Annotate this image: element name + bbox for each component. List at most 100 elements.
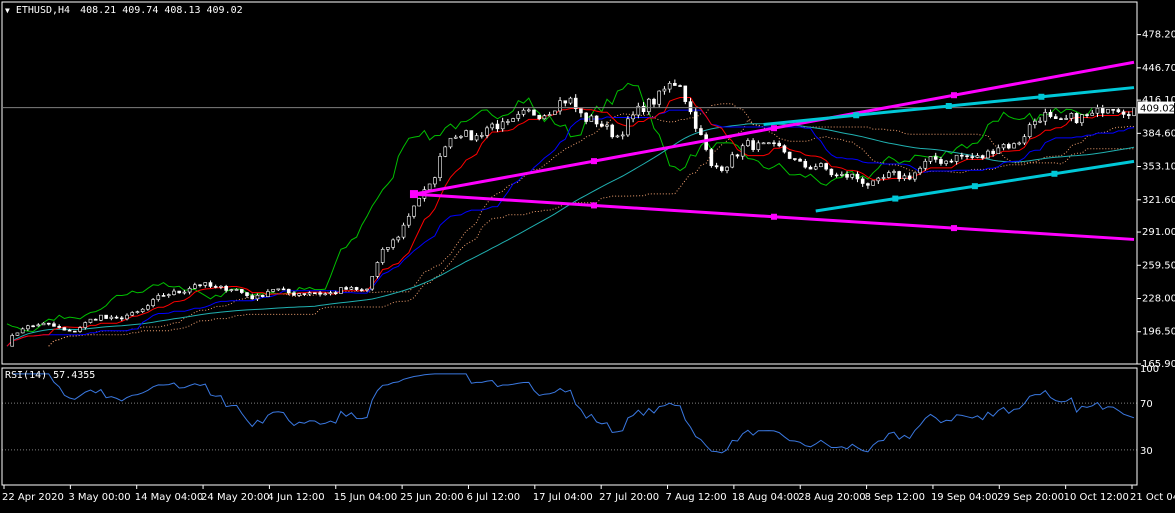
candle-body bbox=[135, 311, 140, 313]
candle-body bbox=[1121, 111, 1126, 115]
candle-body bbox=[714, 165, 719, 168]
candle-body bbox=[1059, 118, 1063, 120]
candle-body bbox=[78, 327, 82, 332]
candle-body bbox=[88, 318, 93, 323]
trendline-anchor bbox=[971, 183, 978, 190]
y-tick-label: 259.50 bbox=[1142, 260, 1175, 271]
moving-average-line bbox=[6, 123, 1135, 347]
candle-body bbox=[1095, 107, 1100, 114]
rsi-header: RSI(14) 57.4355 bbox=[5, 370, 96, 381]
x-tick-label: 10 Oct 12:00 bbox=[1064, 492, 1129, 503]
candle-body bbox=[161, 295, 166, 297]
candle-body bbox=[532, 109, 536, 116]
candle-body bbox=[673, 82, 677, 86]
candle-body bbox=[104, 314, 108, 319]
candle-body bbox=[307, 292, 312, 295]
candle-body bbox=[589, 115, 594, 122]
candle-body bbox=[1080, 114, 1084, 124]
candle-body bbox=[469, 130, 474, 141]
candle-body bbox=[986, 150, 990, 159]
x-tick-label: 4 Jun 12:00 bbox=[267, 492, 324, 503]
candle-body bbox=[1069, 113, 1074, 119]
candle-body bbox=[547, 114, 552, 117]
x-tick-label: 27 Jul 20:00 bbox=[599, 492, 659, 503]
candle-body bbox=[1090, 112, 1095, 116]
trendline-anchor bbox=[409, 190, 418, 199]
ichimoku-span-a bbox=[48, 103, 1135, 347]
y-tick-label: 228.00 bbox=[1142, 294, 1175, 305]
candle-body bbox=[1053, 116, 1058, 119]
candle-body bbox=[370, 276, 375, 290]
x-tick-label: 24 May 20:00 bbox=[201, 492, 270, 503]
candle-body bbox=[798, 158, 802, 162]
candle-body bbox=[344, 287, 348, 290]
candle-body bbox=[631, 114, 635, 120]
candle-body bbox=[266, 291, 270, 297]
candle-body bbox=[944, 160, 948, 164]
candle-body bbox=[453, 136, 458, 139]
candle-body bbox=[641, 105, 646, 113]
trendline-anchor bbox=[892, 195, 899, 202]
candle-body bbox=[840, 174, 844, 176]
trendline-anchor bbox=[950, 225, 957, 232]
candle-body bbox=[970, 156, 975, 158]
candle-body bbox=[975, 155, 980, 158]
candle-body bbox=[516, 113, 521, 119]
candle-body bbox=[646, 98, 651, 113]
trendline-anchor bbox=[770, 213, 777, 220]
candle-body bbox=[1033, 120, 1037, 126]
x-tick-label: 21 Oct 04:00 bbox=[1130, 492, 1175, 503]
candle-body bbox=[203, 282, 208, 286]
candle-body bbox=[114, 316, 119, 319]
candle-body bbox=[610, 124, 615, 138]
main-chart-svg[interactable]: 478.20446.70416.10384.60353.10321.60291.… bbox=[0, 0, 1175, 509]
candle-body bbox=[386, 247, 390, 250]
candle-body bbox=[746, 140, 750, 147]
candle-body bbox=[406, 215, 411, 226]
candle-body bbox=[652, 98, 656, 105]
x-tick-label: 29 Sep 20:00 bbox=[997, 492, 1064, 503]
rsi-tick-label: 30 bbox=[1140, 446, 1153, 457]
candle-body bbox=[208, 282, 213, 287]
candle-body bbox=[1038, 120, 1042, 123]
candle-body bbox=[198, 284, 202, 287]
candle-body bbox=[380, 249, 385, 263]
candle-body bbox=[359, 289, 364, 291]
candle-body bbox=[709, 149, 714, 166]
x-tick-label: 15 Jun 04:00 bbox=[334, 492, 398, 503]
current-price-label: 409.02 bbox=[1140, 104, 1175, 115]
candle-body bbox=[720, 166, 724, 171]
candle-body bbox=[855, 173, 860, 180]
candle-body bbox=[339, 287, 343, 294]
candle-body bbox=[177, 290, 181, 294]
candle-body bbox=[1132, 107, 1136, 116]
rsi-tick-label: 100 bbox=[1140, 364, 1159, 375]
collapse-triangle-icon[interactable]: ▼ bbox=[5, 6, 10, 15]
candle-body bbox=[772, 142, 776, 145]
trading-chart[interactable]: 478.20 446.70 416.10 384.60 353.10 321.60 291.… bbox=[0, 0, 1175, 509]
candle-body bbox=[683, 85, 688, 102]
candle-body bbox=[1126, 114, 1131, 116]
candle-body bbox=[881, 177, 886, 179]
candle-body bbox=[323, 293, 328, 296]
candle-body bbox=[20, 328, 25, 334]
candle-body bbox=[1012, 143, 1016, 149]
trendline-anchor bbox=[590, 158, 597, 165]
ichimoku-span-b bbox=[48, 118, 1134, 347]
x-tick-label: 7 Aug 12:00 bbox=[666, 492, 727, 503]
candle-body bbox=[553, 110, 557, 115]
candle-body bbox=[193, 284, 197, 289]
x-tick-label: 3 May 00:00 bbox=[68, 492, 130, 503]
candle-body bbox=[657, 90, 661, 105]
candle-body bbox=[542, 115, 547, 120]
candle-body bbox=[433, 177, 437, 185]
trendline-anchor bbox=[1051, 170, 1058, 177]
candle-body bbox=[166, 294, 171, 296]
candle-body bbox=[354, 287, 359, 290]
candle-body bbox=[250, 295, 255, 300]
candle-body bbox=[939, 159, 943, 164]
candle-body bbox=[276, 288, 281, 291]
candle-body bbox=[605, 124, 609, 127]
candle-body bbox=[495, 123, 500, 130]
ichimoku-chikou bbox=[6, 82, 1093, 333]
